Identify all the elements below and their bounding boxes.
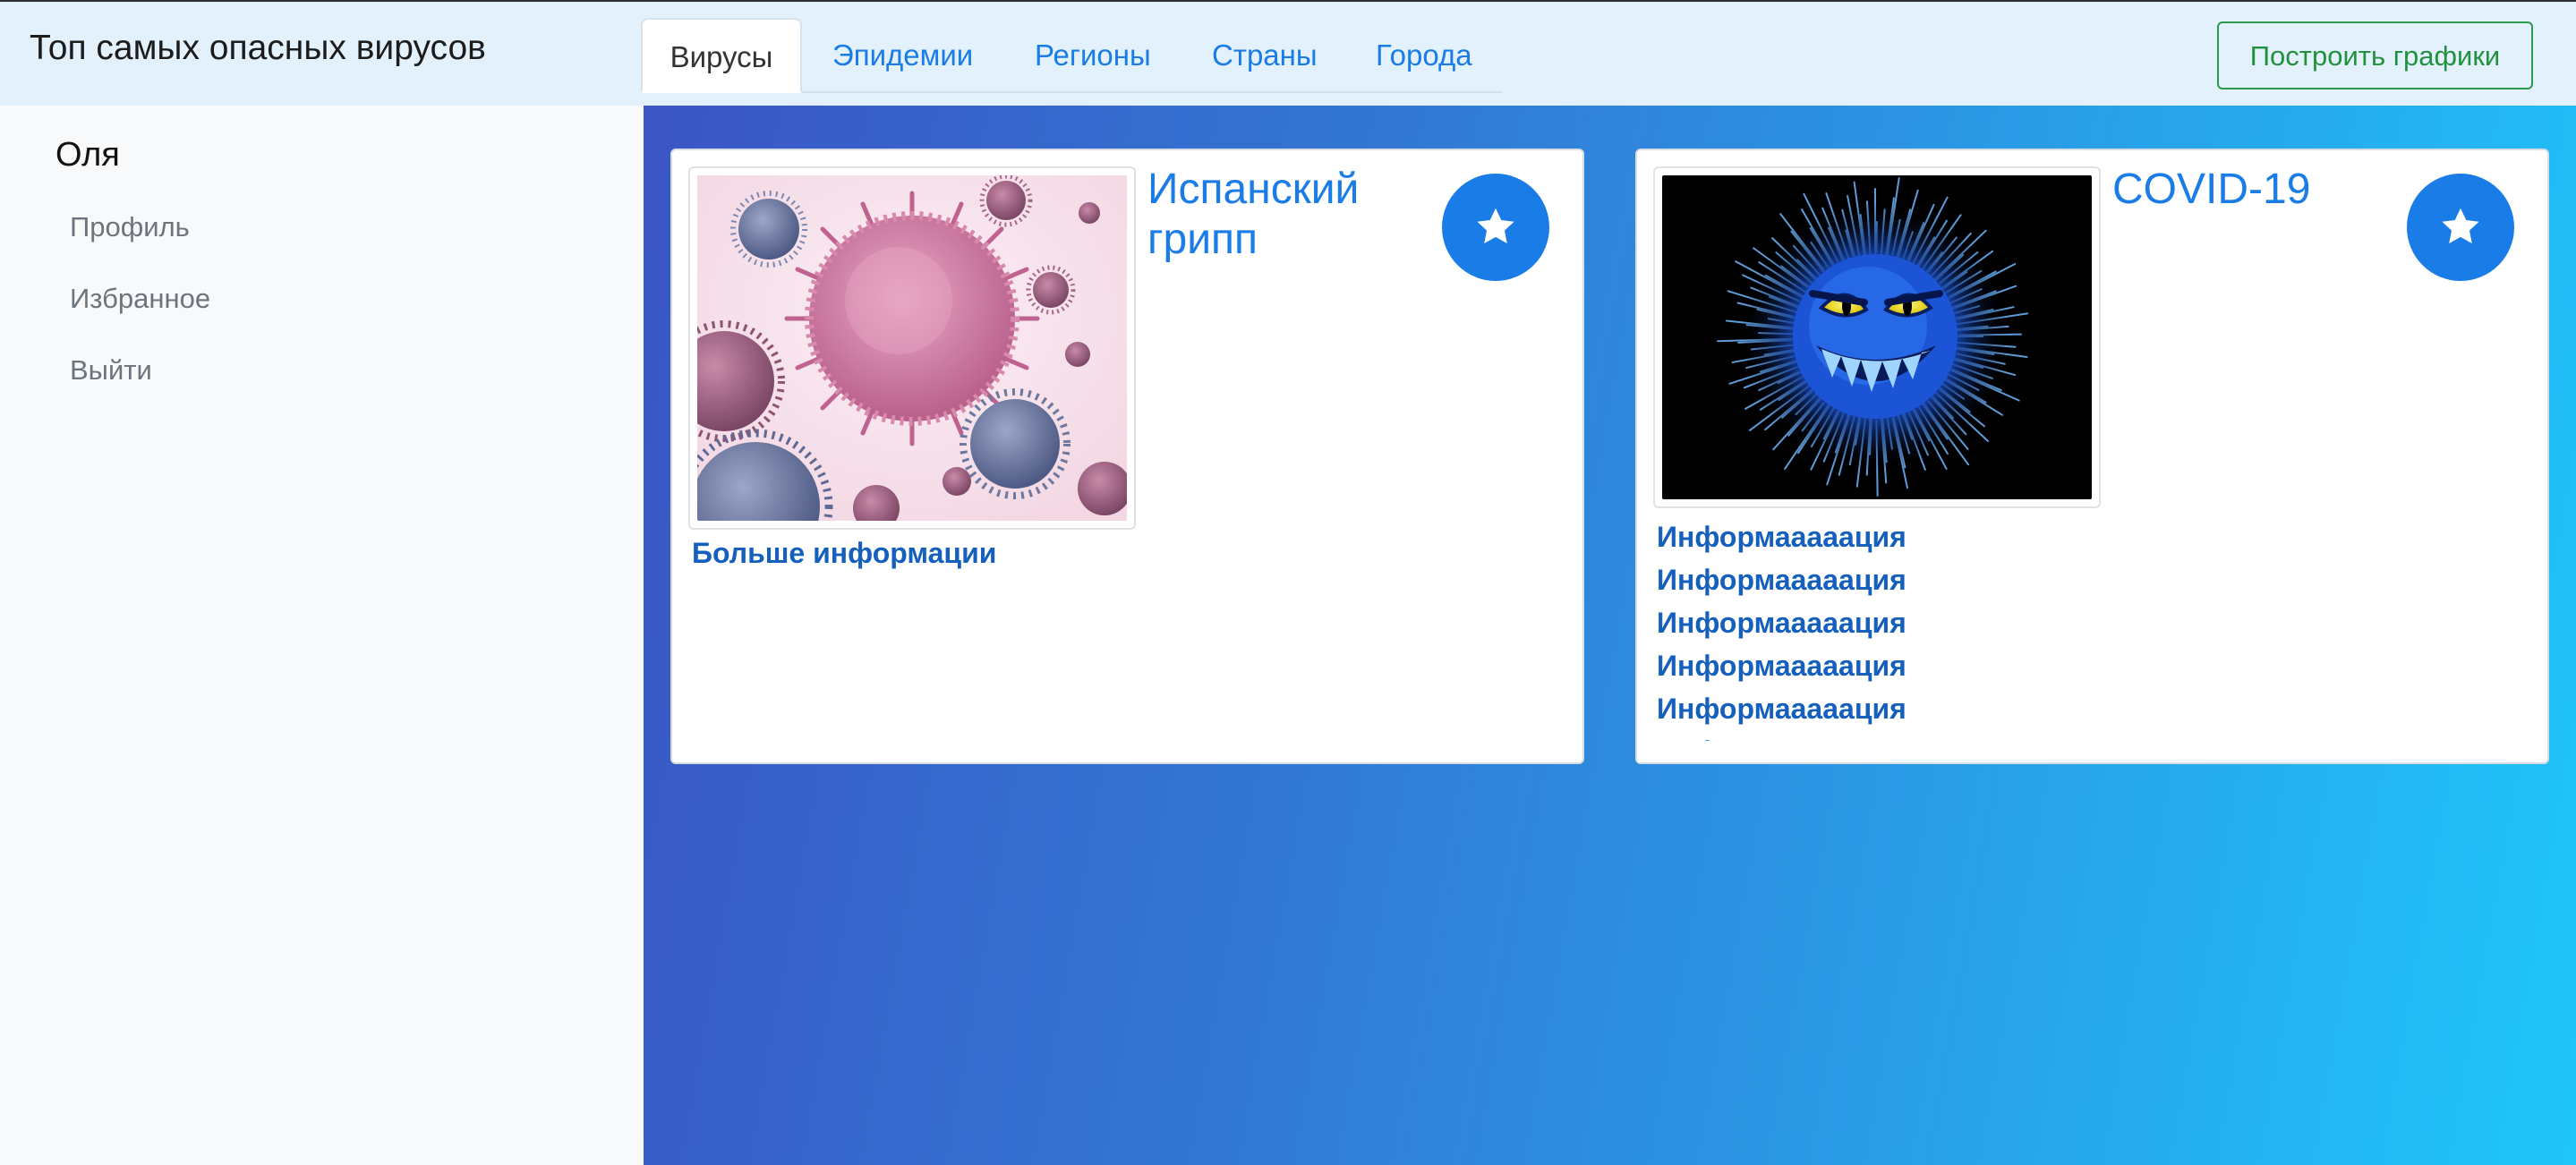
sidebar-item-logout[interactable]: Выйти (70, 354, 152, 387)
sidebar-item-favorites[interactable]: Избранное (70, 283, 210, 315)
favorite-button[interactable] (1442, 174, 1549, 281)
main-tabs: Вирусы Эпидемии Регионы Страны Города (641, 18, 1502, 93)
virus-card: COVID-19 Информааааация Информааааация И… (1635, 149, 2549, 764)
info-link[interactable]: Информааааация (1657, 515, 2194, 558)
build-charts-button[interactable]: Построить графики (2217, 21, 2533, 89)
virus-thumbnail (1653, 166, 2101, 508)
sidebar-item-profile[interactable]: Профиль (70, 211, 190, 243)
virus-thumbnail (688, 166, 1136, 530)
app-title[interactable]: Топ самых опасных вирусов (30, 29, 486, 68)
user-name: Оля (55, 136, 120, 174)
star-icon (1477, 208, 1514, 243)
blue-monster-virus-image (1662, 175, 2092, 499)
virus-title[interactable]: COVID-19 (2112, 165, 2381, 215)
main-content: Испанский грипп Больше информации COVID-… (644, 106, 2576, 1165)
tab-epidemics[interactable]: Эпидемии (832, 18, 973, 93)
tab-regions[interactable]: Регионы (1035, 18, 1151, 93)
info-link[interactable]: Информааааация (1657, 687, 2194, 730)
top-navbar: Топ самых опасных вирусов Вирусы Эпидеми… (0, 0, 2576, 106)
tab-cities[interactable]: Города (1376, 18, 1472, 93)
pink-virus-microscope-image (697, 175, 1127, 521)
info-link[interactable]: Информааааация (1657, 601, 2194, 644)
favorite-button[interactable] (2407, 174, 2514, 281)
sidebar: Оля Профиль Избранное Выйти (0, 106, 644, 1165)
info-link[interactable]: Информааааация (1657, 644, 2194, 687)
virus-card: Испанский грипп Больше информации (670, 149, 1584, 764)
tab-countries[interactable]: Страны (1212, 18, 1318, 93)
info-link[interactable]: Информааааация (1657, 558, 2194, 601)
info-link[interactable]: Информааааация (1657, 730, 2194, 741)
tab-viruses[interactable]: Вирусы (641, 18, 802, 93)
virus-title[interactable]: Испанский грипп (1147, 165, 1416, 265)
info-links-list: Информааааация Информааааация Информаааа… (1657, 515, 2194, 741)
more-info-link[interactable]: Больше информации (692, 537, 996, 570)
star-icon (2442, 208, 2479, 243)
